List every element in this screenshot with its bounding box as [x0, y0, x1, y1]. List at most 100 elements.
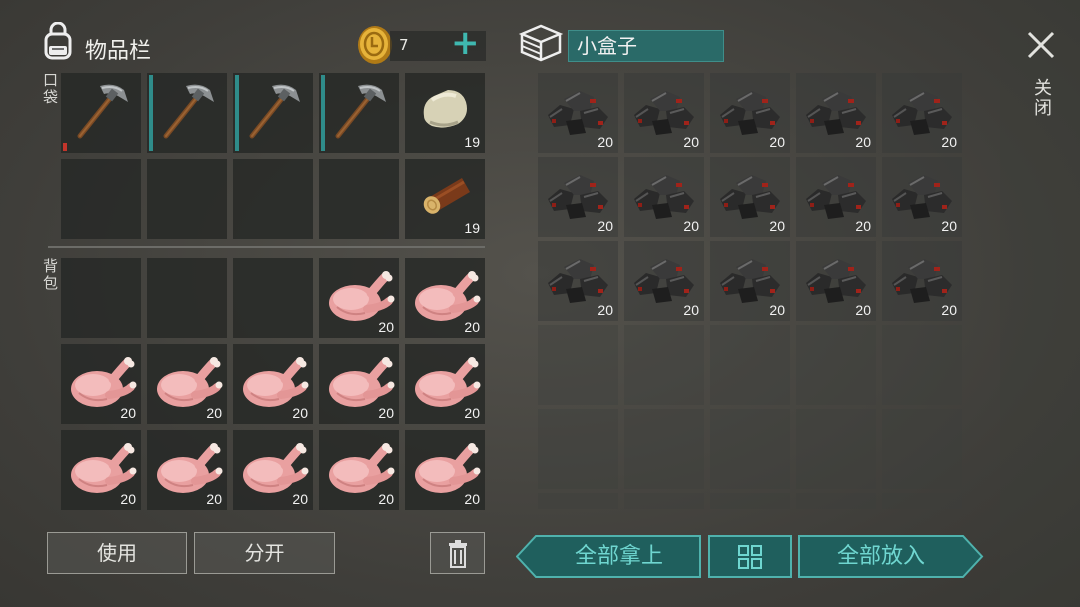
slot-coal[interactable]: 20: [796, 241, 876, 321]
pickaxe-icon: [152, 76, 222, 150]
item-count: 20: [941, 134, 957, 150]
slot-coal[interactable]: 20: [710, 241, 790, 321]
slot-raw-chicken[interactable]: 20: [233, 430, 313, 510]
slot-coal[interactable]: 20: [796, 157, 876, 237]
empty-slot[interactable]: [710, 325, 790, 405]
item-count: 20: [683, 302, 699, 318]
slot-raw-chicken[interactable]: 20: [319, 258, 399, 338]
item-count: 20: [855, 218, 871, 234]
empty-slot[interactable]: [319, 159, 399, 239]
pickaxe-icon: [324, 76, 394, 150]
slot-coal[interactable]: 20: [882, 241, 962, 321]
empty-slot[interactable]: [624, 325, 704, 405]
slot-coal[interactable]: 20: [538, 157, 618, 237]
slot-raw-chicken[interactable]: 20: [147, 430, 227, 510]
item-count: 20: [378, 319, 394, 335]
slot-coal[interactable]: 20: [624, 241, 704, 321]
slot-coal[interactable]: 20: [882, 73, 962, 153]
backpack-label: 背包: [41, 258, 59, 292]
empty-slot[interactable]: [710, 493, 790, 509]
empty-slot[interactable]: [538, 409, 618, 489]
empty-slot[interactable]: [882, 493, 962, 509]
item-count: 20: [941, 302, 957, 318]
item-count: 20: [206, 491, 222, 507]
item-count: 20: [378, 405, 394, 421]
empty-slot[interactable]: [61, 159, 141, 239]
slot-raw-chicken[interactable]: 20: [233, 344, 313, 424]
slot-raw-chicken[interactable]: 20: [61, 430, 141, 510]
item-count: 20: [855, 302, 871, 318]
empty-slot[interactable]: [147, 159, 227, 239]
empty-slot[interactable]: [882, 409, 962, 489]
grid-sort-icon: [737, 544, 763, 583]
item-count: 19: [464, 220, 480, 236]
item-count: 20: [683, 134, 699, 150]
empty-slot[interactable]: [233, 159, 313, 239]
box-icon: [518, 22, 564, 64]
item-count: 20: [378, 491, 394, 507]
slot-raw-chicken[interactable]: 20: [319, 344, 399, 424]
take-all-button[interactable]: 全部拿上: [516, 535, 702, 578]
item-count: 20: [855, 134, 871, 150]
empty-slot[interactable]: [796, 409, 876, 489]
item-count: 20: [292, 491, 308, 507]
slot-coal[interactable]: 20: [538, 73, 618, 153]
slot-coal[interactable]: 20: [538, 241, 618, 321]
slot-stone[interactable]: 19: [405, 73, 485, 153]
slot-coal[interactable]: 20: [624, 157, 704, 237]
slot-raw-chicken[interactable]: 20: [319, 430, 399, 510]
close-button[interactable]: 关闭: [1022, 28, 1058, 128]
pickaxe-icon: [66, 76, 136, 150]
slot-coal[interactable]: 20: [710, 73, 790, 153]
slot-raw-chicken[interactable]: 20: [147, 344, 227, 424]
slot-coal[interactable]: 20: [624, 73, 704, 153]
slot-log[interactable]: 19: [405, 159, 485, 239]
item-count: 20: [464, 491, 480, 507]
empty-slot[interactable]: [882, 325, 962, 405]
slot-raw-chicken[interactable]: 20: [405, 258, 485, 338]
slot-pickaxe[interactable]: [319, 73, 399, 153]
take-all-label: 全部拿上: [574, 544, 663, 569]
empty-slot[interactable]: [538, 493, 618, 509]
empty-slot[interactable]: [61, 258, 141, 338]
sort-button[interactable]: [708, 535, 792, 578]
slot-coal[interactable]: 20: [882, 157, 962, 237]
slot-raw-chicken[interactable]: 20: [61, 344, 141, 424]
empty-slot[interactable]: [796, 493, 876, 509]
trash-button[interactable]: [430, 532, 485, 574]
empty-slot[interactable]: [624, 409, 704, 489]
slot-raw-chicken[interactable]: 20: [405, 430, 485, 510]
empty-slot[interactable]: [233, 258, 313, 338]
slot-pickaxe[interactable]: [61, 73, 141, 153]
section-divider: [48, 246, 485, 248]
trash-icon: [446, 540, 470, 581]
item-count: 20: [120, 405, 136, 421]
item-count: 20: [464, 405, 480, 421]
put-all-label: 全部放入: [836, 544, 925, 569]
item-count: 20: [597, 218, 613, 234]
use-button[interactable]: 使用: [47, 532, 187, 574]
split-button[interactable]: 分开: [194, 532, 335, 574]
item-count: 20: [120, 491, 136, 507]
item-count: 19: [464, 134, 480, 150]
item-count: 20: [464, 319, 480, 335]
slot-pickaxe[interactable]: [147, 73, 227, 153]
add-coins-button[interactable]: +: [451, 24, 480, 62]
empty-slot[interactable]: [624, 493, 704, 509]
put-all-button[interactable]: 全部放入: [798, 535, 984, 578]
slot-coal[interactable]: 20: [796, 73, 876, 153]
backpack-icon: [38, 21, 78, 62]
slot-pickaxe[interactable]: [233, 73, 313, 153]
slot-raw-chicken[interactable]: 20: [405, 344, 485, 424]
item-count: 20: [206, 405, 222, 421]
box-name-field[interactable]: 小盒子: [568, 30, 724, 62]
empty-slot[interactable]: [538, 325, 618, 405]
empty-slot[interactable]: [710, 409, 790, 489]
item-count: 20: [597, 134, 613, 150]
empty-slot[interactable]: [147, 258, 227, 338]
item-count: 20: [769, 134, 785, 150]
empty-slot[interactable]: [796, 325, 876, 405]
item-count: 20: [292, 405, 308, 421]
slot-coal[interactable]: 20: [710, 157, 790, 237]
item-count: 20: [683, 218, 699, 234]
